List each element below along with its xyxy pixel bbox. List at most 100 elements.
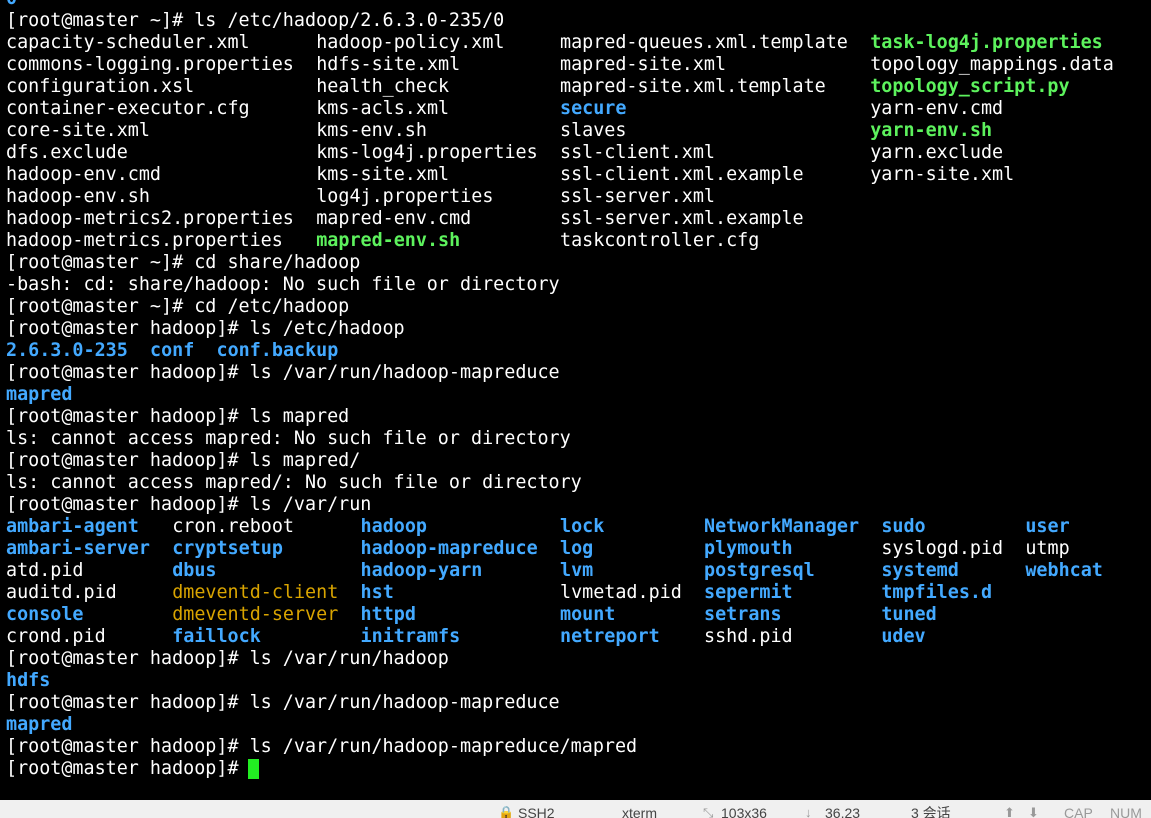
terminal-text: [root@master ~]# cd share/hadoop <box>6 252 361 273</box>
terminal-text: dfs.exclude <box>6 142 128 163</box>
resize-icon: ⤡ <box>703 805 714 818</box>
scroll-up-icon[interactable]: ⬆ <box>1004 804 1015 818</box>
status-sessions: 3 会话 <box>911 805 951 818</box>
terminal-text: kms-log4j.properties <box>316 142 538 163</box>
file-entry-dir: tmpfiles.d <box>881 582 993 603</box>
status-protocol: SSH2 <box>518 805 555 818</box>
file-entry-dir: ambari-server <box>6 538 150 559</box>
file-entry-dir: systemd <box>881 560 959 581</box>
terminal-text: [root@master ~]# cd /etc/hadoop <box>6 296 350 317</box>
file-entry-dir: secure <box>560 98 627 119</box>
file-entry-dir: httpd <box>360 604 416 625</box>
file-entry-dir: hdfs <box>6 670 51 691</box>
terminal-text: hadoop-metrics2.properties <box>6 208 294 229</box>
file-entry-dir: faillock <box>172 626 261 647</box>
file-entry-dir: NetworkManager <box>704 516 860 537</box>
terminal-text: [root@master hadoop]# <box>6 758 250 779</box>
file-entry-dir: cryptsetup <box>172 538 283 559</box>
terminal-screen[interactable]: 0[root@master ~]# ls /etc/hadoop/2.6.3.0… <box>0 0 1151 800</box>
lock-icon: 🔒 <box>498 805 515 818</box>
terminal-text: [root@master hadoop]# ls /var/run/hadoop… <box>6 736 638 757</box>
terminal-text: lvmetad.pid <box>560 582 682 603</box>
terminal-text: container-executor.cfg <box>6 98 250 119</box>
status-caps-lock: CAP <box>1064 805 1093 818</box>
terminal-text: core-site.xml <box>6 120 150 141</box>
terminal-text: hadoop-env.cmd <box>6 164 162 185</box>
file-entry-dir: lock <box>560 516 605 537</box>
terminal-text: ssl-server.xml <box>560 186 716 207</box>
file-entry-dir: conf.backup <box>216 340 339 361</box>
terminal-text: mapred-site.xml.template <box>560 76 826 97</box>
terminal-text: configuration.xsl <box>6 76 195 97</box>
terminal-text: ls: cannot access mapred: No such file o… <box>6 428 571 449</box>
terminal-text: [root@master hadoop]# ls /var/run/hadoop <box>6 648 449 669</box>
terminal-text: [root@master hadoop]# ls /var/run/hadoop… <box>6 362 560 383</box>
file-entry-exec: mapred-env.sh <box>316 230 461 251</box>
terminal-text: [root@master hadoop]# ls /etc/hadoop <box>6 318 405 339</box>
status-terminal-type: xterm <box>622 805 657 818</box>
terminal-text: kms-env.sh <box>316 120 427 141</box>
file-entry-dir: user <box>1025 516 1070 537</box>
file-entry-dir: ambari-agent <box>6 516 139 537</box>
status-cursor-position: 36,23 <box>825 805 861 818</box>
file-entry-dir: setrans <box>704 604 782 625</box>
terminal-text: hadoop-env.sh <box>6 186 150 207</box>
file-entry-dir: hadoop-yarn <box>360 560 483 581</box>
file-entry-dir: tuned <box>881 604 937 625</box>
file-entry-dir: 0 <box>6 0 17 10</box>
file-entry-dir: mount <box>560 604 616 625</box>
terminal-text: commons-logging.properties <box>6 54 294 75</box>
file-entry-dir: plymouth <box>704 538 793 559</box>
terminal-text: syslogd.pid <box>881 538 1004 559</box>
status-size: 103x36 <box>721 805 767 818</box>
file-entry-dir: lvm <box>560 560 594 581</box>
terminal-text: log4j.properties <box>316 186 494 207</box>
file-entry-dir: sepermit <box>704 582 793 603</box>
file-entry-exec: topology_script.py <box>870 76 1070 97</box>
terminal-text: ssl-client.xml <box>560 142 716 163</box>
status-bar: 🔒 SSH2 xterm ⤡ 103x36 ↓ 36,23 3 会话 ⬆ ⬇ C… <box>0 800 1151 818</box>
file-entry-dir: netreport <box>560 626 660 647</box>
file-entry-dir: webhcat <box>1025 560 1103 581</box>
file-entry-pipe: dmeventd-server <box>172 604 339 625</box>
scroll-down-icon[interactable]: ⬇ <box>1028 804 1039 818</box>
terminal-text: -bash: cd: share/hadoop: No such file or… <box>6 274 560 295</box>
cursor-position-icon: ↓ <box>805 805 812 818</box>
file-entry-dir: mapred <box>6 714 73 735</box>
file-entry-dir: hadoop-mapreduce <box>360 538 538 559</box>
terminal-text: auditd.pid <box>6 582 117 603</box>
terminal-text: ssl-server.xml.example <box>560 208 804 229</box>
file-entry-dir: hst <box>360 582 394 603</box>
terminal-text: cron.reboot <box>172 516 294 537</box>
terminal-text: mapred-env.cmd <box>316 208 472 229</box>
terminal-text: hdfs-site.xml <box>316 54 461 75</box>
file-entry-dir: console <box>6 604 84 625</box>
file-entry-dir: sudo <box>881 516 926 537</box>
file-entry-exec: yarn-env.sh <box>870 120 993 141</box>
terminal-text: [root@master hadoop]# ls mapred <box>6 406 350 427</box>
terminal-text: mapred-site.xml <box>560 54 727 75</box>
terminal-text: slaves <box>560 120 627 141</box>
terminal-text: [root@master hadoop]# ls /var/run/hadoop… <box>6 692 560 713</box>
terminal-text: utmp <box>1025 538 1070 559</box>
terminal-text: yarn-site.xml <box>870 164 1015 185</box>
terminal-cursor <box>247 759 259 779</box>
terminal-text: kms-site.xml <box>316 164 450 185</box>
file-entry-dir: dbus <box>172 560 217 581</box>
terminal-text: kms-acls.xml <box>316 98 450 119</box>
terminal-text: [root@master ~]# ls /etc/hadoop/2.6.3.0-… <box>6 10 505 31</box>
terminal-text: hadoop-policy.xml <box>316 32 505 53</box>
terminal-text: topology_mappings.data <box>870 54 1114 75</box>
status-num-lock: NUM <box>1110 805 1142 818</box>
file-entry-dir: 2.6.3.0-235 <box>6 340 128 361</box>
terminal-text: mapred-queues.xml.template <box>560 32 848 53</box>
terminal-text: yarn-env.cmd <box>870 98 1004 119</box>
terminal-text: ssl-client.xml.example <box>560 164 804 185</box>
file-entry-dir: initramfs <box>360 626 461 647</box>
file-entry-dir: log <box>560 538 594 559</box>
terminal-text: yarn.exclude <box>870 142 1004 163</box>
file-entry-dir: postgresql <box>704 560 815 581</box>
terminal-text: capacity-scheduler.xml <box>6 32 250 53</box>
file-entry-dir: mapred <box>6 384 73 405</box>
terminal-text: ls: cannot access mapred/: No such file … <box>6 472 582 493</box>
